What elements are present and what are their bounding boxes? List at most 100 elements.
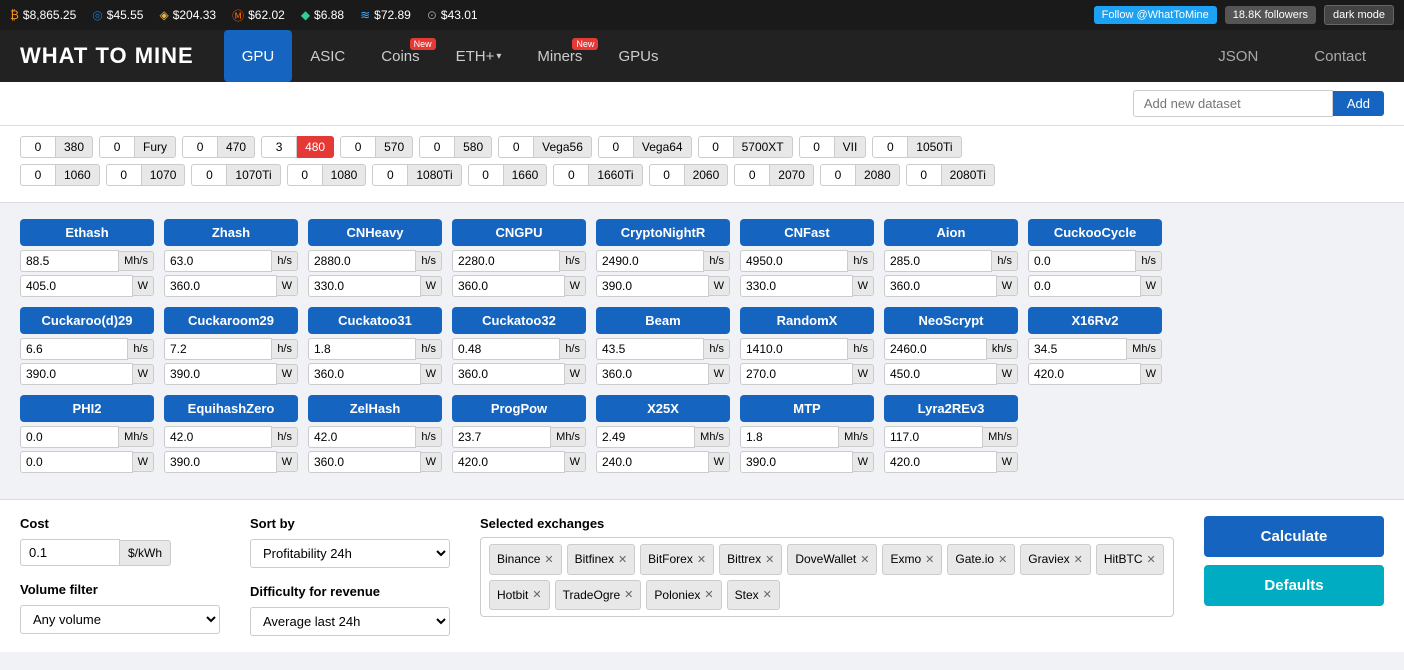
gpu-count-380[interactable] (20, 136, 56, 158)
algo-button-equihashzero[interactable]: EquihashZero (164, 395, 298, 422)
algo-watt-cuckaroom29[interactable] (164, 363, 277, 385)
gpu-label-2070[interactable]: 2070 (770, 164, 814, 186)
algo-hashrate-phi2[interactable] (20, 426, 119, 448)
exchange-remove[interactable]: ✕ (765, 553, 774, 566)
gpu-label-1060[interactable]: 1060 (56, 164, 100, 186)
gpu-label-1080ti[interactable]: 1080Ti (408, 164, 461, 186)
gpu-label-vega56[interactable]: Vega56 (534, 136, 592, 158)
algo-button-cnfast[interactable]: CNFast (740, 219, 874, 246)
exchange-remove[interactable]: ✕ (704, 588, 713, 601)
gpu-count-1660[interactable] (468, 164, 504, 186)
gpu-label-2060[interactable]: 2060 (685, 164, 729, 186)
gpu-count-vega64[interactable] (598, 136, 634, 158)
calculate-button[interactable]: Calculate (1204, 516, 1384, 557)
gpu-count-2080ti[interactable] (906, 164, 942, 186)
site-logo[interactable]: WHAT TO MINE (20, 43, 194, 69)
algo-watt-aion[interactable] (884, 275, 997, 297)
algo-hashrate-cuckoocycle[interactable] (1028, 250, 1136, 272)
algo-watt-ethash[interactable] (20, 275, 133, 297)
algo-button-phi2[interactable]: PHI2 (20, 395, 154, 422)
gpu-count-480[interactable] (261, 136, 297, 158)
algo-button-cuckatoo31[interactable]: Cuckatoo31 (308, 307, 442, 334)
algo-watt-cngpu[interactable] (452, 275, 565, 297)
defaults-button[interactable]: Defaults (1204, 565, 1384, 606)
exchange-remove[interactable]: ✕ (925, 553, 934, 566)
algo-hashrate-progpow[interactable] (452, 426, 551, 448)
algo-watt-lyra2rev3[interactable] (884, 451, 997, 473)
add-dataset-button[interactable]: Add (1333, 91, 1384, 116)
dark-mode-button[interactable]: dark mode (1324, 5, 1394, 25)
algo-button-cryptonightr[interactable]: CryptoNightR (596, 219, 730, 246)
algo-button-mtp[interactable]: MTP (740, 395, 874, 422)
algo-watt-phi2[interactable] (20, 451, 133, 473)
algo-button-cuckaroom29[interactable]: Cuckaroom29 (164, 307, 298, 334)
gpu-count-1080[interactable] (287, 164, 323, 186)
exchange-remove[interactable]: ✕ (998, 553, 1007, 566)
gpu-label-480[interactable]: 480 (297, 136, 334, 158)
algo-hashrate-zelhash[interactable] (308, 426, 416, 448)
algo-hashrate-cuckatoo32[interactable] (452, 338, 560, 360)
gpu-label-580[interactable]: 580 (455, 136, 492, 158)
algo-watt-cuckoocycle[interactable] (1028, 275, 1141, 297)
exchange-remove[interactable]: ✕ (624, 588, 633, 601)
algo-hashrate-neoscrypt[interactable] (884, 338, 987, 360)
gpu-label-vega64[interactable]: Vega64 (634, 136, 692, 158)
volume-select[interactable]: Any volume (20, 605, 220, 634)
nav-gpus[interactable]: GPUs (600, 30, 676, 82)
gpu-count-5700xt[interactable] (698, 136, 734, 158)
gpu-label-1070ti[interactable]: 1070Ti (227, 164, 280, 186)
gpu-label-1070[interactable]: 1070 (142, 164, 186, 186)
algo-hashrate-equihashzero[interactable] (164, 426, 272, 448)
gpu-count-1080ti[interactable] (372, 164, 408, 186)
algo-hashrate-zhash[interactable] (164, 250, 272, 272)
algo-watt-progpow[interactable] (452, 451, 565, 473)
nav-miners[interactable]: Miners New (519, 30, 600, 82)
nav-eth-plus[interactable]: ETH+ ▾ (438, 30, 520, 82)
algo-button-progpow[interactable]: ProgPow (452, 395, 586, 422)
gpu-count-vii[interactable] (799, 136, 835, 158)
gpu-label-vii[interactable]: VII (835, 136, 867, 158)
algo-button-lyra2rev3[interactable]: Lyra2REv3 (884, 395, 1018, 422)
algo-button-cngpu[interactable]: CNGPU (452, 219, 586, 246)
algo-hashrate-cngpu[interactable] (452, 250, 560, 272)
gpu-count-vega56[interactable] (498, 136, 534, 158)
nav-gpu[interactable]: GPU (224, 30, 293, 82)
algo-hashrate-lyra2rev3[interactable] (884, 426, 983, 448)
algo-watt-mtp[interactable] (740, 451, 853, 473)
exchange-remove[interactable]: ✕ (1074, 553, 1083, 566)
algo-hashrate-beam[interactable] (596, 338, 704, 360)
algo-watt-cuckarood29[interactable] (20, 363, 133, 385)
algo-watt-x16rv2[interactable] (1028, 363, 1141, 385)
gpu-count-2080[interactable] (820, 164, 856, 186)
algo-hashrate-x25x[interactable] (596, 426, 695, 448)
nav-json[interactable]: JSON (1200, 30, 1276, 82)
algo-watt-cryptonightr[interactable] (596, 275, 709, 297)
algo-hashrate-cnheavy[interactable] (308, 250, 416, 272)
gpu-label-380[interactable]: 380 (56, 136, 93, 158)
algo-button-cuckatoo32[interactable]: Cuckatoo32 (452, 307, 586, 334)
gpu-label-1660[interactable]: 1660 (504, 164, 548, 186)
gpu-count-570[interactable] (340, 136, 376, 158)
algo-hashrate-cnfast[interactable] (740, 250, 848, 272)
algo-watt-beam[interactable] (596, 363, 709, 385)
gpu-count-470[interactable] (182, 136, 218, 158)
algo-button-randomx[interactable]: RandomX (740, 307, 874, 334)
algo-watt-cuckatoo31[interactable] (308, 363, 421, 385)
algo-button-x25x[interactable]: X25X (596, 395, 730, 422)
algo-watt-cnfast[interactable] (740, 275, 853, 297)
algo-hashrate-x16rv2[interactable] (1028, 338, 1127, 360)
algo-watt-x25x[interactable] (596, 451, 709, 473)
algo-watt-zelhash[interactable] (308, 451, 421, 473)
gpu-label-1660ti[interactable]: 1660Ti (589, 164, 642, 186)
algo-hashrate-cuckaroom29[interactable] (164, 338, 272, 360)
algo-watt-cnheavy[interactable] (308, 275, 421, 297)
algo-hashrate-cuckarood29[interactable] (20, 338, 128, 360)
algo-button-cuckarood29[interactable]: Cuckaroo(d)29 (20, 307, 154, 334)
algo-hashrate-mtp[interactable] (740, 426, 839, 448)
algo-watt-equihashzero[interactable] (164, 451, 277, 473)
algo-button-x16rv2[interactable]: X16Rv2 (1028, 307, 1162, 334)
gpu-label-570[interactable]: 570 (376, 136, 413, 158)
exchange-remove[interactable]: ✕ (860, 553, 869, 566)
exchange-remove[interactable]: ✕ (763, 588, 772, 601)
gpu-label-470[interactable]: 470 (218, 136, 255, 158)
